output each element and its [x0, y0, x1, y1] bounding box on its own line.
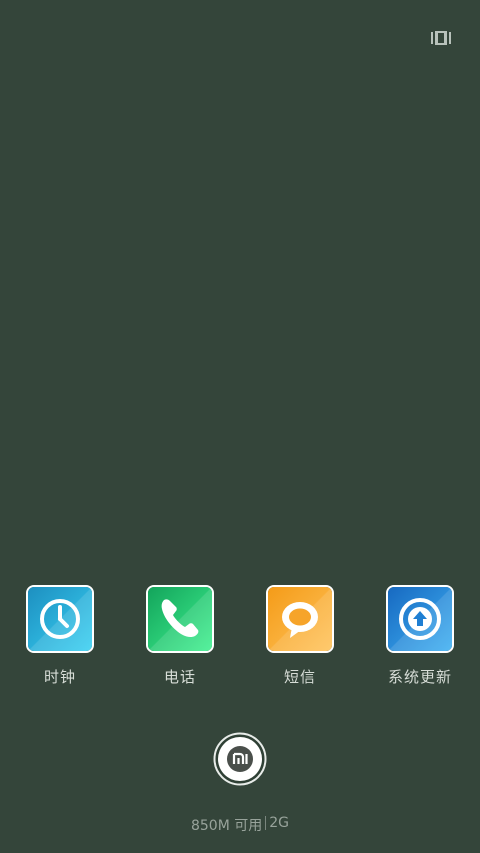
recents-button[interactable] — [430, 30, 452, 46]
system-update-tile — [386, 585, 454, 653]
app-label: 系统更新 — [387, 668, 452, 686]
separator — [265, 816, 267, 830]
memory-available: 850M 可用 — [190, 818, 263, 834]
app-label: 短信 — [283, 668, 316, 686]
clock-icon — [28, 587, 92, 651]
memory-total: 2G — [269, 815, 290, 831]
phone-tile — [146, 585, 214, 653]
app-dock: 时钟 电话 短信 系统更新 — [0, 584, 480, 694]
app-message[interactable]: 短信 — [240, 584, 360, 694]
app-clock[interactable]: 时钟 — [0, 584, 120, 694]
app-label: 时钟 — [43, 668, 76, 686]
memory-status: 850M 可用 2G — [0, 815, 480, 835]
message-icon — [268, 587, 332, 651]
mi-logo-icon — [213, 732, 267, 786]
phone-icon — [148, 587, 212, 651]
message-tile — [266, 585, 334, 653]
recents-icon — [431, 31, 451, 45]
app-phone[interactable]: 电话 — [120, 584, 240, 694]
home-button[interactable] — [213, 732, 267, 786]
app-system-update[interactable]: 系统更新 — [360, 584, 480, 694]
clock-tile — [26, 585, 94, 653]
system-update-icon — [388, 587, 452, 651]
app-label: 电话 — [163, 668, 196, 686]
